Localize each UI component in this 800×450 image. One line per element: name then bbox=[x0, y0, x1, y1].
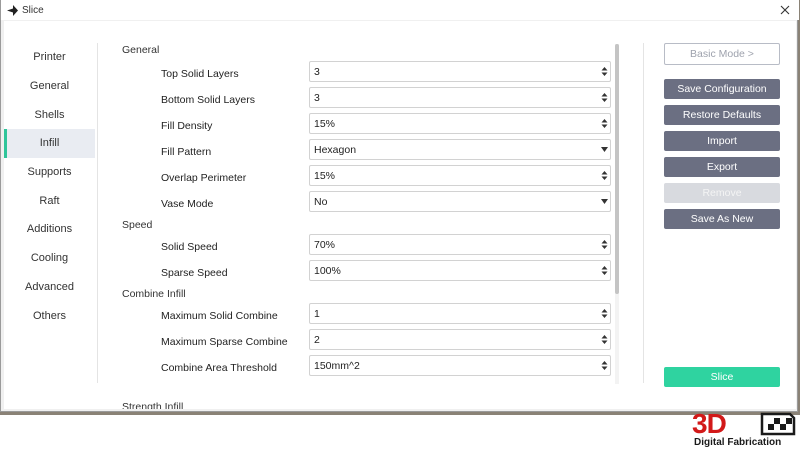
nav-divider bbox=[97, 43, 98, 383]
checker-logo-icon bbox=[760, 412, 796, 436]
label-fill-pattern: Fill Pattern bbox=[161, 146, 212, 158]
label-maximum-solid-combine: Maximum Solid Combine bbox=[161, 310, 278, 322]
nav-item-printer[interactable]: Printer bbox=[4, 43, 95, 72]
field-value: 70% bbox=[314, 238, 336, 251]
export-button[interactable]: Export bbox=[664, 157, 780, 177]
label-sparse-speed: Sparse Speed bbox=[161, 267, 228, 279]
spinner-arrows-icon[interactable] bbox=[598, 88, 610, 107]
watermark-logo: 3D Digital Fabrication bbox=[692, 410, 800, 450]
field-value: 150mm^2 bbox=[314, 359, 360, 372]
settings-content: General Top Solid Layers 3 Bottom Solid … bbox=[122, 43, 616, 409]
restore-defaults-button[interactable]: Restore Defaults bbox=[664, 105, 780, 125]
nav-item-advanced[interactable]: Advanced bbox=[4, 273, 95, 302]
bottom-solid-layers-spinbox[interactable]: 3 bbox=[309, 87, 611, 108]
nav-item-cooling[interactable]: Cooling bbox=[4, 244, 95, 273]
scrollbar-thumb[interactable] bbox=[615, 44, 619, 294]
settings-panel: Printer General Shells Infill Supports R… bbox=[4, 21, 796, 409]
section-title-general: General bbox=[122, 44, 160, 56]
vase-mode-dropdown[interactable]: No bbox=[309, 191, 611, 212]
actions-divider bbox=[643, 43, 644, 383]
nav-item-label: General bbox=[29, 80, 70, 93]
fill-density-spinbox[interactable]: 15% bbox=[309, 113, 611, 134]
nav-item-label: Supports bbox=[27, 166, 72, 179]
solid-speed-spinbox[interactable]: 70% bbox=[309, 234, 611, 255]
slice-window: Slice Printer General Shells Infill Supp… bbox=[0, 0, 799, 412]
dropdown-arrow-icon[interactable] bbox=[598, 192, 610, 211]
nav-item-general[interactable]: General bbox=[4, 72, 95, 101]
nav-item-label: Additions bbox=[26, 223, 73, 236]
sparse-speed-spinbox[interactable]: 100% bbox=[309, 260, 611, 281]
import-button[interactable]: Import bbox=[664, 131, 780, 151]
maximum-solid-combine-spinbox[interactable]: 1 bbox=[309, 303, 611, 324]
overlap-perimeter-spinbox[interactable]: 15% bbox=[309, 165, 611, 186]
maximum-sparse-combine-spinbox[interactable]: 2 bbox=[309, 329, 611, 350]
spinner-arrows-icon[interactable] bbox=[598, 62, 610, 81]
label-vase-mode: Vase Mode bbox=[161, 198, 214, 210]
field-value: 15% bbox=[314, 169, 336, 182]
remove-button: Remove bbox=[664, 183, 780, 203]
field-value: 3 bbox=[314, 65, 320, 78]
field-value: 15% bbox=[314, 117, 336, 130]
label-solid-speed: Solid Speed bbox=[161, 241, 218, 253]
nav-item-label: Advanced bbox=[25, 280, 74, 293]
nav-item-shells[interactable]: Shells bbox=[4, 100, 95, 129]
label-top-solid-layers: Top Solid Layers bbox=[161, 68, 239, 80]
basic-mode-button[interactable]: Basic Mode > bbox=[664, 43, 780, 65]
window-title: Slice bbox=[22, 4, 44, 16]
watermark-brand: 3D bbox=[692, 408, 727, 439]
label-overlap-perimeter: Overlap Perimeter bbox=[161, 172, 247, 184]
nav-item-raft[interactable]: Raft bbox=[4, 186, 95, 215]
spinner-arrows-icon[interactable] bbox=[598, 235, 610, 254]
label-maximum-sparse-combine: Maximum Sparse Combine bbox=[161, 336, 288, 348]
nav-item-supports[interactable]: Supports bbox=[4, 158, 95, 187]
spinner-arrows-icon[interactable] bbox=[598, 330, 610, 349]
watermark-tagline: Digital Fabrication bbox=[694, 437, 782, 448]
field-value: No bbox=[314, 195, 328, 208]
section-title-speed: Speed bbox=[122, 219, 153, 231]
label-combine-area-threshold: Combine Area Threshold bbox=[161, 362, 277, 374]
nav-item-label: Printer bbox=[33, 51, 66, 64]
category-nav: Printer General Shells Infill Supports R… bbox=[4, 43, 95, 330]
nav-item-label: Cooling bbox=[30, 252, 69, 265]
field-value: 100% bbox=[314, 264, 341, 277]
label-bottom-solid-layers: Bottom Solid Layers bbox=[161, 94, 255, 106]
nav-item-label: Others bbox=[32, 309, 66, 322]
top-solid-layers-spinbox[interactable]: 3 bbox=[309, 61, 611, 82]
spinner-arrows-icon[interactable] bbox=[598, 166, 610, 185]
save-configuration-button[interactable]: Save Configuration bbox=[664, 79, 780, 99]
close-icon[interactable] bbox=[777, 2, 793, 18]
nav-item-label: Infill bbox=[39, 137, 60, 150]
spinner-arrows-icon[interactable] bbox=[598, 356, 610, 375]
nav-item-label: Raft bbox=[39, 194, 60, 207]
nav-item-others[interactable]: Others bbox=[4, 301, 95, 330]
slice-button[interactable]: Slice bbox=[664, 367, 780, 387]
spinner-arrows-icon[interactable] bbox=[598, 304, 610, 323]
dropdown-arrow-icon[interactable] bbox=[598, 140, 610, 159]
fill-pattern-dropdown[interactable]: Hexagon bbox=[309, 139, 611, 160]
section-title-combine-infill: Combine Infill bbox=[122, 288, 186, 300]
section-title-strength-infill: Strength Infill bbox=[122, 401, 184, 409]
app-icon bbox=[6, 4, 18, 16]
combine-area-threshold-spinbox[interactable]: 150mm^2 bbox=[309, 355, 611, 376]
field-value: 1 bbox=[314, 307, 320, 320]
field-value: Hexagon bbox=[314, 143, 357, 156]
label-fill-density: Fill Density bbox=[161, 120, 213, 132]
spinner-arrows-icon[interactable] bbox=[598, 261, 610, 280]
field-value: 3 bbox=[314, 91, 320, 104]
save-as-new-button[interactable]: Save As New bbox=[664, 209, 780, 229]
title-bar: Slice bbox=[1, 0, 799, 20]
field-value: 2 bbox=[314, 333, 320, 346]
nav-item-label: Shells bbox=[34, 108, 65, 121]
nav-item-additions[interactable]: Additions bbox=[4, 215, 95, 244]
spinner-arrows-icon[interactable] bbox=[598, 114, 610, 133]
nav-item-infill[interactable]: Infill bbox=[4, 129, 95, 158]
